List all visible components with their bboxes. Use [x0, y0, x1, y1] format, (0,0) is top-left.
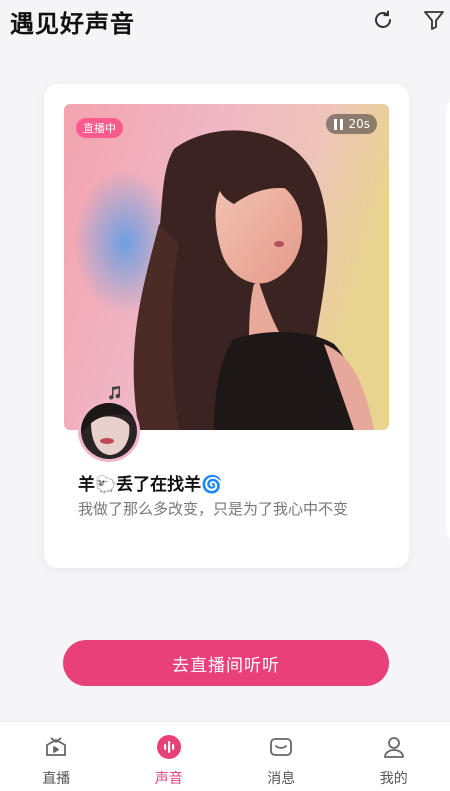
- filter-icon[interactable]: [421, 7, 447, 33]
- tab-label-messages: 消息: [267, 771, 296, 787]
- profile-icon: [381, 734, 407, 760]
- next-card-peek: [446, 100, 450, 540]
- tab-messages[interactable]: 消息: [225, 722, 338, 791]
- music-note-icon: [106, 384, 122, 400]
- page-title: 遇见好声音: [10, 10, 135, 38]
- bottom-tab-bar: 直播 声音 消息 我的: [0, 721, 450, 791]
- tab-label-profile: 我的: [379, 771, 408, 787]
- message-icon: [268, 734, 294, 760]
- voice-card[interactable]: 直播中 20s 羊🐑丢了在找羊🌀 我做了那么多改变，只是为了我心中不变: [44, 84, 409, 568]
- avatar-image: [81, 403, 137, 459]
- go-to-live-room-button[interactable]: 去直播间听听: [63, 640, 389, 686]
- avatar[interactable]: [78, 400, 140, 462]
- tab-live[interactable]: 直播: [0, 722, 113, 791]
- audio-duration: 20s: [348, 117, 370, 131]
- tab-profile[interactable]: 我的: [338, 722, 450, 791]
- cover-photo[interactable]: 直播中 20s: [64, 104, 389, 430]
- audio-duration-badge[interactable]: 20s: [326, 114, 377, 134]
- voice-icon: [156, 734, 182, 760]
- top-header: 遇见好声音: [0, 0, 450, 44]
- refresh-icon[interactable]: [370, 7, 396, 33]
- tab-label-live: 直播: [42, 771, 71, 787]
- live-badge: 直播中: [76, 118, 123, 138]
- pause-icon: [334, 118, 344, 130]
- tab-label-voice: 声音: [154, 771, 183, 787]
- live-tv-icon: [43, 734, 69, 760]
- voice-description: 我做了那么多改变，只是为了我心中不变: [78, 500, 349, 518]
- cover-photo-image: [64, 104, 389, 430]
- username: 羊🐑丢了在找羊🌀: [78, 475, 223, 495]
- tab-voice[interactable]: 声音: [113, 722, 226, 791]
